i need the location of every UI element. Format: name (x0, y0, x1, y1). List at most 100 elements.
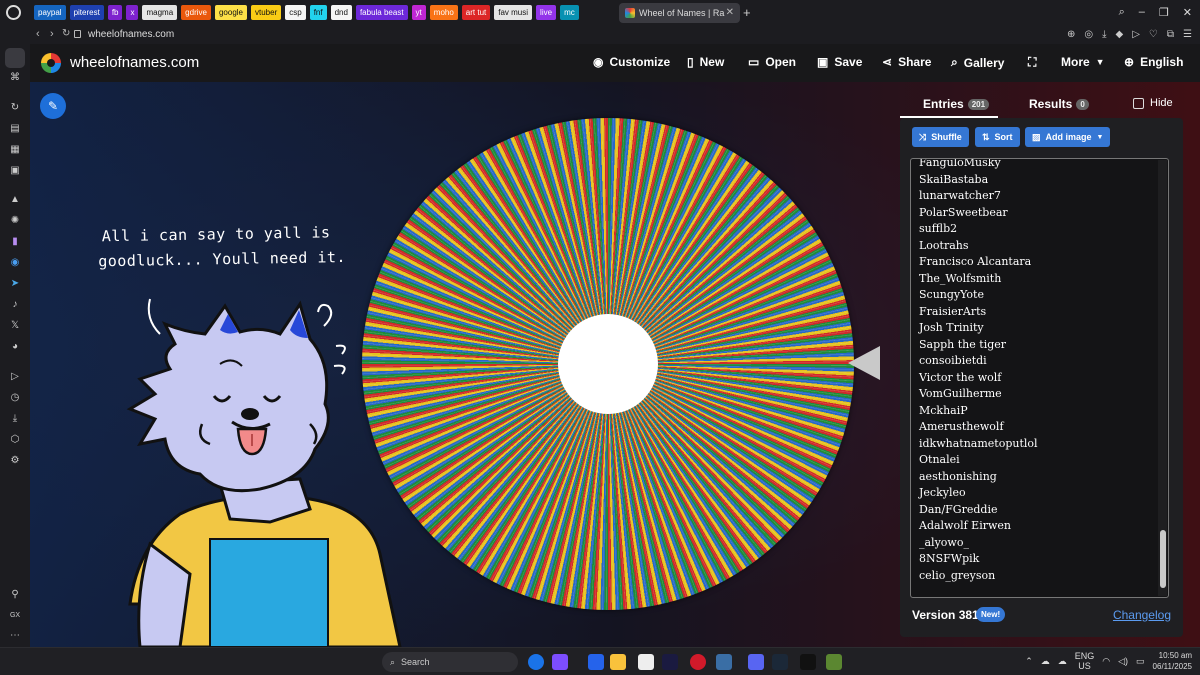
easy-setup-icon[interactable]: ☰ (1183, 29, 1192, 40)
url-field[interactable]: wheelofnames.com (88, 29, 174, 40)
close-window-icon[interactable]: ✕ (1183, 6, 1192, 19)
back-icon[interactable]: ‹ (36, 28, 40, 40)
telegram-icon[interactable]: ➤ (9, 278, 21, 290)
opera-logo-icon[interactable] (6, 5, 21, 20)
entry-item[interactable]: FanguloMusky (919, 159, 1157, 172)
home-icon[interactable] (5, 48, 25, 68)
tiktok-icon[interactable]: ♪ (9, 299, 21, 311)
shuffle-button[interactable]: ⤨ Shuffle (912, 127, 969, 147)
bookmark-art-tut[interactable]: art tut (461, 5, 491, 20)
entries-scrollbar[interactable] (1158, 160, 1167, 596)
entry-item[interactable]: _alyowo_ (919, 535, 1157, 552)
hide-checkbox[interactable] (1133, 98, 1144, 109)
play-icon[interactable]: ▷ (1132, 29, 1140, 40)
fullscreen-button[interactable]: ⛶ (1028, 55, 1036, 70)
player-icon[interactable]: ▷ (9, 371, 21, 383)
entry-item[interactable]: The_Wolfsmith (919, 271, 1157, 288)
discord-taskbar-icon[interactable] (748, 654, 764, 670)
entry-item[interactable]: Jeckyleo (919, 485, 1157, 502)
pin-icon[interactable]: ⚲ (9, 589, 21, 601)
gamepad-icon[interactable]: ⌘ (9, 72, 21, 84)
edit-pencil-button[interactable]: ✎ (40, 93, 66, 119)
bookmark-fav-musi[interactable]: fav musi (494, 5, 533, 20)
save-button[interactable]: ▣ Save (817, 55, 862, 69)
taskbar-clock[interactable]: 10:50 am 06/11/2025 (1153, 650, 1192, 672)
entries-textarea[interactable]: FanguloMusky SkaiBastaba lunarwatcher7 Pola… (910, 158, 1169, 598)
entry-item[interactable]: 8NSFWpik (919, 551, 1157, 568)
language-indicator[interactable]: ENG US (1075, 651, 1095, 671)
gx-icon[interactable]: GX (9, 610, 21, 622)
aria-icon[interactable]: ▲ (9, 194, 21, 206)
entry-item[interactable]: Francisco Alcantara (919, 254, 1157, 271)
opera-icon[interactable] (690, 654, 706, 670)
active-browser-tab[interactable]: Wheel of Names | Ra ✕ (619, 3, 740, 23)
new-tab-icon[interactable]: + (743, 5, 751, 20)
forward-icon[interactable]: › (50, 28, 54, 40)
reload-icon[interactable]: ↻ (62, 28, 70, 39)
more-sidebar-icon[interactable]: ⋯ (9, 630, 21, 642)
open-button[interactable]: ▭ Open (748, 55, 796, 69)
entry-item[interactable]: Josh Trinity (919, 320, 1157, 337)
sort-button[interactable]: ⇅ Sort (975, 127, 1020, 147)
refresh-icon[interactable]: ↻ (9, 102, 21, 114)
download-icon[interactable]: ⤓ (1102, 29, 1106, 40)
entry-item[interactable]: celio_greyson (919, 568, 1157, 585)
taskbar-search[interactable]: ⌕ Search (382, 652, 518, 672)
battery-icon[interactable]: ▭ (1136, 656, 1145, 667)
bookmark-x[interactable]: x (126, 5, 139, 20)
steam-icon[interactable] (772, 654, 788, 670)
zoom-icon[interactable]: ⊕ (1067, 29, 1075, 40)
heart-icon[interactable]: ♡ (1149, 29, 1158, 40)
share-button[interactable]: ⋖ Share (882, 55, 931, 69)
entry-item[interactable]: consoibietdi (919, 353, 1157, 370)
app-icon[interactable] (638, 654, 654, 670)
history-icon[interactable]: ◷ (9, 392, 21, 404)
entry-item[interactable]: idkwhatnametoputlol (919, 436, 1157, 453)
messenger-icon[interactable]: ◉ (9, 257, 21, 269)
tab-entries[interactable]: Entries 201 (923, 97, 990, 111)
wheel-center-hub[interactable] (558, 314, 658, 414)
bookmark-fb[interactable]: fb (107, 5, 123, 20)
bookmark-paypal[interactable]: paypal (34, 5, 66, 20)
bookmark-piterest[interactable]: piterest (69, 5, 104, 20)
bookmark-live[interactable]: live (536, 5, 557, 20)
shield-icon[interactable]: ◆ (1116, 29, 1124, 40)
x-icon[interactable]: 𝕏 (9, 320, 21, 332)
cloud-icon[interactable]: ☁ (1041, 656, 1050, 667)
entry-item[interactable]: Dan/FGreddie (919, 502, 1157, 519)
language-button[interactable]: ⊕ English (1124, 55, 1183, 69)
entry-item[interactable]: SkaiBastaba (919, 172, 1157, 189)
tab-results[interactable]: Results 0 (1029, 97, 1089, 111)
entry-item[interactable]: sufflb2 (919, 221, 1157, 238)
add-image-button[interactable]: ▨ Add image ▼ (1025, 127, 1111, 147)
site-title[interactable]: wheelofnames.com (70, 54, 199, 71)
photos-icon[interactable] (716, 654, 732, 670)
bookmark-vtuber[interactable]: vtuber (251, 5, 282, 20)
changelog-link[interactable]: Changelog (1113, 608, 1171, 622)
bookmark-dnd[interactable]: dnd (330, 5, 352, 20)
wifi-icon[interactable]: ◠ (1102, 656, 1110, 667)
discord-icon[interactable]: ◕ (9, 341, 21, 353)
edge-icon[interactable] (528, 654, 544, 670)
entry-item[interactable]: aesthonishing (919, 469, 1157, 486)
bookmark-fabula-beast[interactable]: fabula beast (355, 5, 408, 20)
bookmark-yt[interactable]: yt (411, 5, 426, 20)
entry-item[interactable]: Amerusthewolf (919, 419, 1157, 436)
gallery-button[interactable]: ⌕ Gallery (951, 55, 1004, 70)
downloads-icon[interactable]: ⤓ (9, 413, 21, 425)
minecraft-icon[interactable] (826, 654, 842, 670)
scrollbar-thumb[interactable] (1160, 530, 1166, 588)
bookmark-csp[interactable]: csp (285, 5, 306, 20)
bookmark-magma[interactable]: magma (142, 5, 178, 20)
chatgpt-icon[interactable]: ✺ (9, 215, 21, 227)
search-icon[interactable]: ⌕ (1119, 6, 1125, 19)
onedrive-icon[interactable]: ☁ (1058, 656, 1067, 667)
animate-icon[interactable] (662, 654, 678, 670)
entry-item[interactable]: Lootrahs (919, 238, 1157, 255)
bookmark-google[interactable]: google (214, 5, 247, 20)
entry-item[interactable]: PolarSweetbear (919, 205, 1157, 222)
copilot-icon[interactable] (552, 654, 568, 670)
mail-icon[interactable] (588, 654, 604, 670)
wheel-logo-icon[interactable] (41, 53, 61, 73)
entry-item[interactable]: Adalwolf Eirwen (919, 518, 1157, 535)
